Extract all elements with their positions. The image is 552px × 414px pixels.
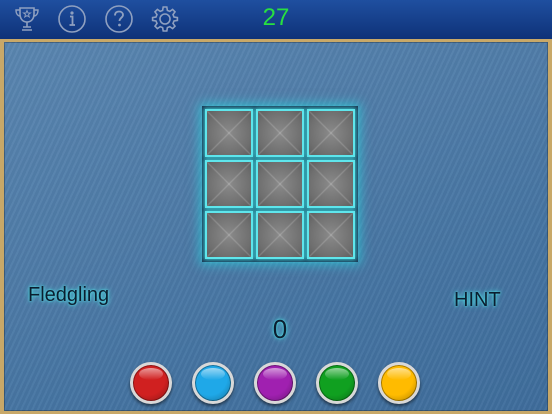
tile-1-3[interactable] <box>307 109 355 157</box>
tile-3-2[interactable] <box>256 211 304 259</box>
color-button-green[interactable] <box>316 362 358 404</box>
score-value: 0 <box>272 314 288 344</box>
tile-2-1[interactable] <box>205 160 253 208</box>
tile-2-3[interactable] <box>307 160 355 208</box>
trophy-icon[interactable] <box>12 4 42 34</box>
tile-3-3[interactable] <box>307 211 355 259</box>
color-button-yellow[interactable] <box>378 362 420 404</box>
settings-icon[interactable] <box>150 4 180 34</box>
game-screen: 27 Fledgling HINT 0 <box>0 0 552 414</box>
hint-button[interactable]: HINT <box>454 289 501 312</box>
info-icon[interactable] <box>57 4 87 34</box>
color-button-blue[interactable] <box>192 362 234 404</box>
tile-1-2[interactable] <box>256 109 304 157</box>
help-icon[interactable] <box>104 4 134 34</box>
color-button-purple[interactable] <box>254 362 296 404</box>
rank-label: Fledgling <box>28 284 110 306</box>
top-bar: 27 <box>0 0 552 40</box>
tile-grid <box>202 106 358 262</box>
tile-1-1[interactable] <box>205 109 253 157</box>
tile-3-1[interactable] <box>205 211 253 259</box>
tile-2-2[interactable] <box>256 160 304 208</box>
board: Fledgling HINT 0 <box>4 42 548 411</box>
color-button-red[interactable] <box>130 362 172 404</box>
level-counter: 27 <box>262 4 290 31</box>
board-frame: Fledgling HINT 0 <box>0 39 552 414</box>
